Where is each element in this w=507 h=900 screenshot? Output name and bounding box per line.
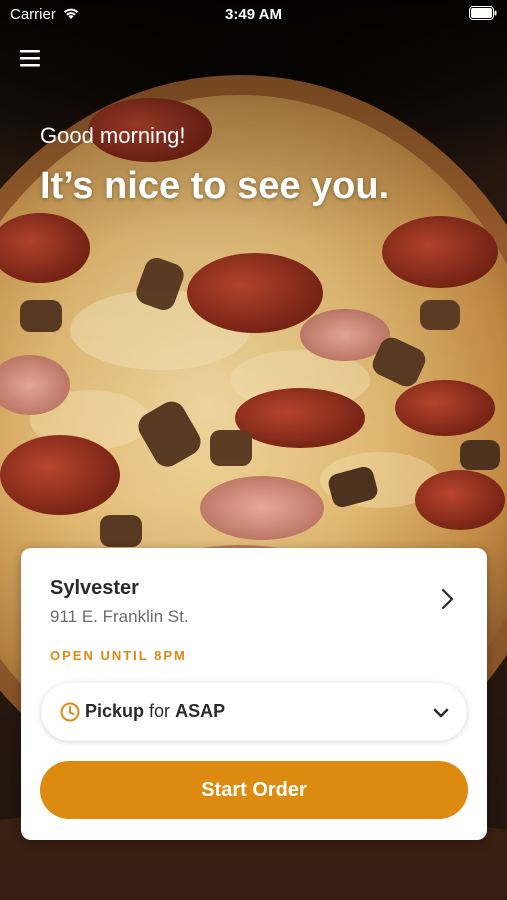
store-hours: OPEN UNTIL 8PM (50, 648, 187, 663)
store-selector[interactable]: Sylvester 911 E. Franklin St. (21, 548, 487, 638)
store-name: Sylvester (50, 577, 139, 599)
clock-icon (60, 702, 80, 727)
status-bar: Carrier 3:49 AM (0, 0, 507, 30)
hamburger-menu-icon[interactable] (18, 47, 44, 71)
status-time: 3:49 AM (225, 6, 282, 23)
order-time: ASAP (175, 701, 226, 721)
start-order-button[interactable]: Start Order (40, 761, 468, 819)
order-mode-text: Pickup for ASAP (85, 701, 225, 722)
greeting-text: Good morning! (40, 123, 186, 148)
headline-text: It’s nice to see you. (40, 165, 390, 207)
store-address: 911 E. Franklin St. (50, 607, 189, 626)
battery-icon (469, 6, 497, 24)
order-method: Pickup (85, 701, 145, 721)
order-connector: for (149, 701, 171, 721)
chevron-right-icon (441, 588, 455, 615)
order-mode-selector[interactable]: Pickup for ASAP (41, 683, 467, 741)
store-card: Sylvester 911 E. Franklin St. OPEN UNTIL… (21, 548, 487, 840)
chevron-down-icon (433, 706, 449, 724)
